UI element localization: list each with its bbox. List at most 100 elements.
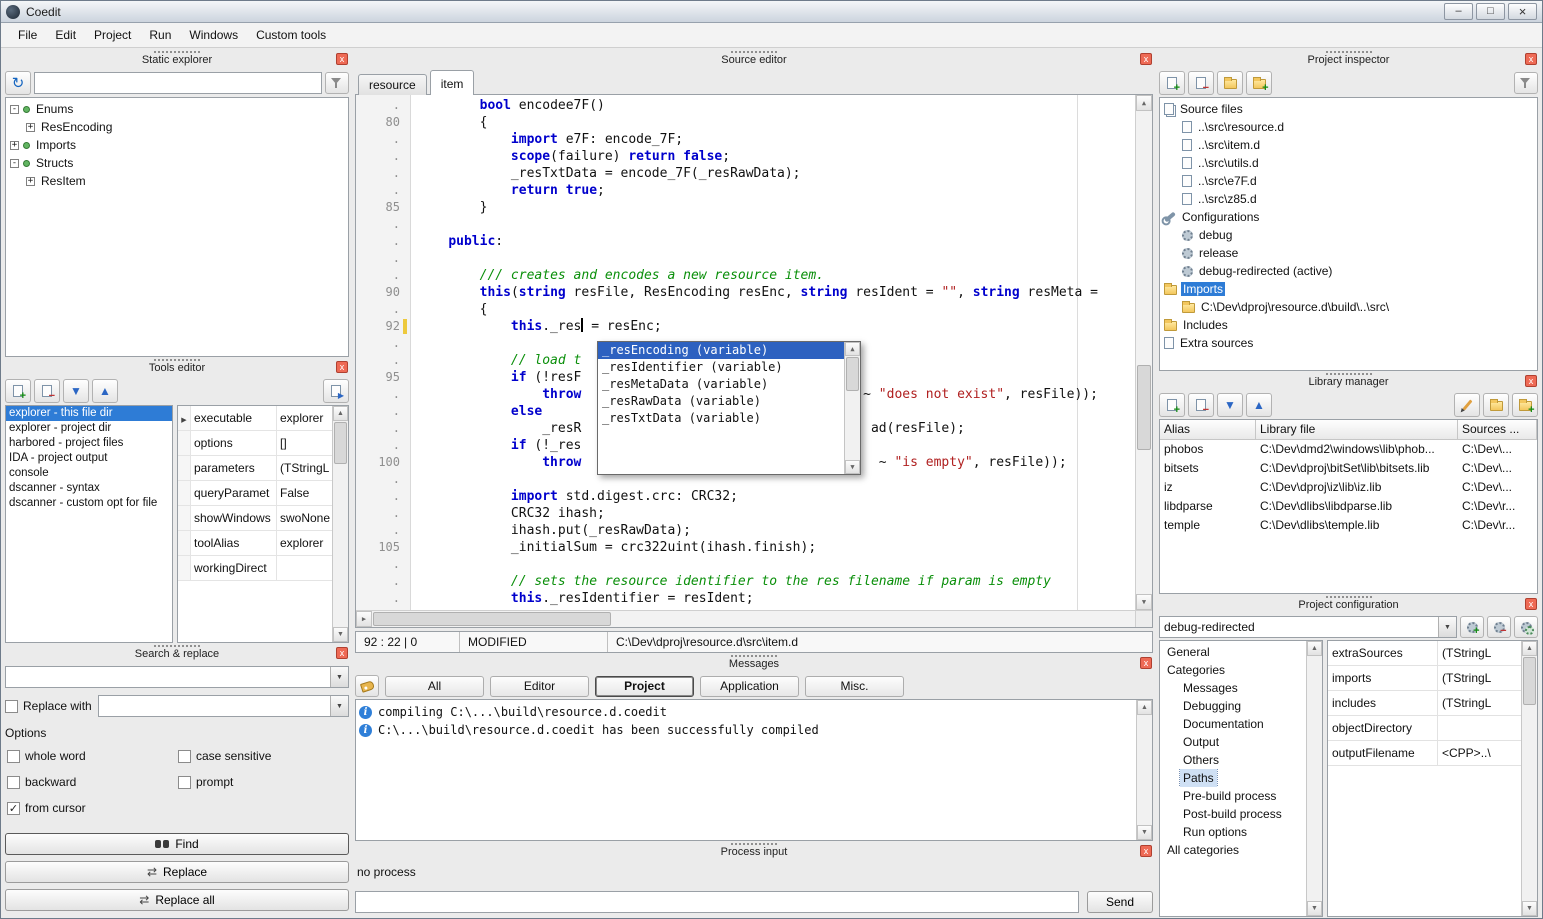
tree-item[interactable]: - Enums bbox=[6, 100, 348, 118]
message-row[interactable]: C:\...\build\resource.d.coedit has been … bbox=[359, 721, 1133, 739]
tree-item[interactable]: release bbox=[1160, 244, 1537, 262]
editor-hscrollbar[interactable] bbox=[356, 610, 1135, 627]
category-item[interactable]: Others bbox=[1160, 751, 1306, 769]
config-property-row[interactable]: objectDirectory bbox=[1328, 716, 1521, 741]
completion-item[interactable]: _resRawData (variable) bbox=[598, 393, 844, 410]
move-tool-down-button[interactable] bbox=[63, 379, 89, 403]
tool-list-item[interactable]: harbored - project files bbox=[6, 436, 172, 451]
property-row[interactable]: toolAlias explorer bbox=[178, 531, 332, 556]
library-row[interactable]: phobos C:\Dev\dmd2\windows\lib\phob... C… bbox=[1160, 440, 1537, 459]
library-row[interactable]: libdparse C:\Dev\dlibs\libdparse.lib C:\… bbox=[1160, 497, 1537, 516]
close-icon[interactable] bbox=[1140, 53, 1152, 65]
code-line[interactable]: . _resTxtData = encode_7F(_resRawData); bbox=[356, 165, 1135, 182]
drag-grip[interactable] bbox=[154, 359, 200, 361]
scroll-down-icon[interactable] bbox=[1307, 901, 1322, 916]
messages-scrollbar[interactable] bbox=[1136, 700, 1152, 840]
filter-button[interactable] bbox=[1514, 72, 1538, 94]
code-line[interactable]: . return true; bbox=[356, 182, 1135, 199]
scroll-up-icon[interactable] bbox=[1136, 95, 1152, 111]
property-row[interactable]: workingDirect bbox=[178, 556, 332, 581]
drag-grip[interactable] bbox=[1326, 373, 1372, 375]
library-row[interactable]: temple C:\Dev\dlibs\temple.lib C:\Dev\r.… bbox=[1160, 516, 1537, 535]
property-value[interactable]: (TStringL bbox=[277, 456, 332, 480]
code-line[interactable]: . CRC32 ihash; bbox=[356, 505, 1135, 522]
expander-icon[interactable]: + bbox=[26, 123, 35, 132]
open-library-button[interactable] bbox=[1483, 393, 1509, 417]
close-button[interactable] bbox=[1508, 3, 1537, 20]
property-row[interactable]: queryParamet False bbox=[178, 481, 332, 506]
close-icon[interactable] bbox=[1525, 598, 1537, 610]
replace-all-button[interactable]: Replace all bbox=[5, 889, 349, 911]
replace-button[interactable]: Replace bbox=[5, 861, 349, 883]
option-checkbox[interactable]: from cursor bbox=[7, 801, 178, 815]
option-checkbox[interactable]: case sensitive bbox=[178, 749, 349, 763]
property-value[interactable]: (TStringL bbox=[1438, 641, 1521, 665]
search-term-combo[interactable] bbox=[5, 666, 349, 688]
config-grid-scrollbar[interactable] bbox=[1521, 641, 1537, 916]
tree-item[interactable]: Source files bbox=[1160, 100, 1537, 118]
scroll-up-icon[interactable] bbox=[333, 406, 348, 421]
tree-item[interactable]: ..\src\resource.d bbox=[1160, 118, 1537, 136]
tree-item[interactable]: debug-redirected (active) bbox=[1160, 262, 1537, 280]
property-value[interactable] bbox=[277, 556, 332, 580]
filter-button[interactable]: Application bbox=[700, 676, 799, 697]
tool-list-item[interactable]: explorer - this file dir bbox=[6, 406, 172, 421]
completion-item[interactable]: _resIdentifier (variable) bbox=[598, 359, 844, 376]
checkbox-box[interactable] bbox=[7, 776, 20, 789]
checkbox-box[interactable] bbox=[5, 700, 18, 713]
drag-grip[interactable] bbox=[154, 645, 200, 647]
find-button[interactable]: Find bbox=[5, 833, 349, 855]
remove-library-button[interactable] bbox=[1188, 393, 1214, 417]
completion-item[interactable]: _resEncoding (variable) bbox=[598, 342, 844, 359]
code-editor[interactable]: . bool encodee7F()80 {. import e7F: enco… bbox=[355, 94, 1153, 628]
tool-list-item[interactable]: explorer - project dir bbox=[6, 421, 172, 436]
scroll-thumb[interactable] bbox=[1523, 657, 1536, 705]
property-value[interactable] bbox=[1438, 716, 1521, 740]
scroll-thumb[interactable] bbox=[846, 357, 859, 391]
titlebar[interactable]: Coedit bbox=[1, 1, 1542, 23]
checkbox-box[interactable] bbox=[178, 750, 191, 763]
column-sources[interactable]: Sources ... bbox=[1458, 420, 1537, 439]
add-library-folder-button[interactable] bbox=[1512, 393, 1538, 417]
property-row[interactable]: options [] bbox=[178, 431, 332, 456]
tool-list-item[interactable]: console bbox=[6, 466, 172, 481]
scroll-thumb[interactable] bbox=[1137, 365, 1151, 450]
property-value[interactable]: <CPP>..\ bbox=[1438, 741, 1521, 765]
edit-library-button[interactable] bbox=[1454, 393, 1480, 417]
category-item[interactable]: All categories bbox=[1160, 841, 1306, 859]
expander-icon[interactable]: - bbox=[10, 105, 19, 114]
tree-item[interactable]: - Structs bbox=[6, 154, 348, 172]
tree-item[interactable]: debug bbox=[1160, 226, 1537, 244]
category-item[interactable]: Categories bbox=[1160, 661, 1306, 679]
filter-button[interactable]: Editor bbox=[490, 676, 589, 697]
checkbox-box[interactable] bbox=[7, 750, 20, 763]
property-row[interactable]: showWindows swoNone bbox=[178, 506, 332, 531]
config-property-row[interactable]: includes (TStringL bbox=[1328, 691, 1521, 716]
tree-item[interactable]: ..\src\utils.d bbox=[1160, 154, 1537, 172]
menu-item[interactable]: Custom tools bbox=[247, 24, 335, 46]
minimize-button[interactable] bbox=[1444, 3, 1473, 20]
tree-item[interactable]: ..\src\item.d bbox=[1160, 136, 1537, 154]
completion-item[interactable]: _resMetaData (variable) bbox=[598, 376, 844, 393]
close-icon[interactable] bbox=[336, 53, 348, 65]
library-row[interactable]: iz C:\Dev\dproj\iz\lib\iz.lib C:\Dev\... bbox=[1160, 478, 1537, 497]
scroll-up-icon[interactable] bbox=[1137, 700, 1152, 715]
code-line[interactable]: 92 this._res = resEnc; bbox=[356, 318, 1135, 335]
column-file[interactable]: Library file bbox=[1256, 420, 1458, 439]
code-line[interactable]: . this._resIdentifier = resIdent; bbox=[356, 590, 1135, 607]
filter-button[interactable]: Project bbox=[595, 676, 694, 697]
code-line[interactable]: . bbox=[356, 556, 1135, 573]
filter-button[interactable]: All bbox=[385, 676, 484, 697]
scroll-down-icon[interactable] bbox=[333, 627, 348, 642]
category-item[interactable]: Post-build process bbox=[1160, 805, 1306, 823]
add-library-button[interactable] bbox=[1159, 393, 1185, 417]
checkbox-box[interactable] bbox=[178, 776, 191, 789]
scroll-up-icon[interactable] bbox=[1522, 641, 1537, 656]
chevron-down-icon[interactable] bbox=[1438, 617, 1456, 637]
tag-button[interactable] bbox=[355, 675, 379, 697]
code-line[interactable]: . scope(failure) return false; bbox=[356, 148, 1135, 165]
drag-grip[interactable] bbox=[1326, 51, 1372, 53]
add-config-button[interactable] bbox=[1460, 616, 1484, 638]
menu-item[interactable]: Project bbox=[85, 24, 140, 46]
property-value[interactable]: swoNone bbox=[277, 506, 332, 530]
